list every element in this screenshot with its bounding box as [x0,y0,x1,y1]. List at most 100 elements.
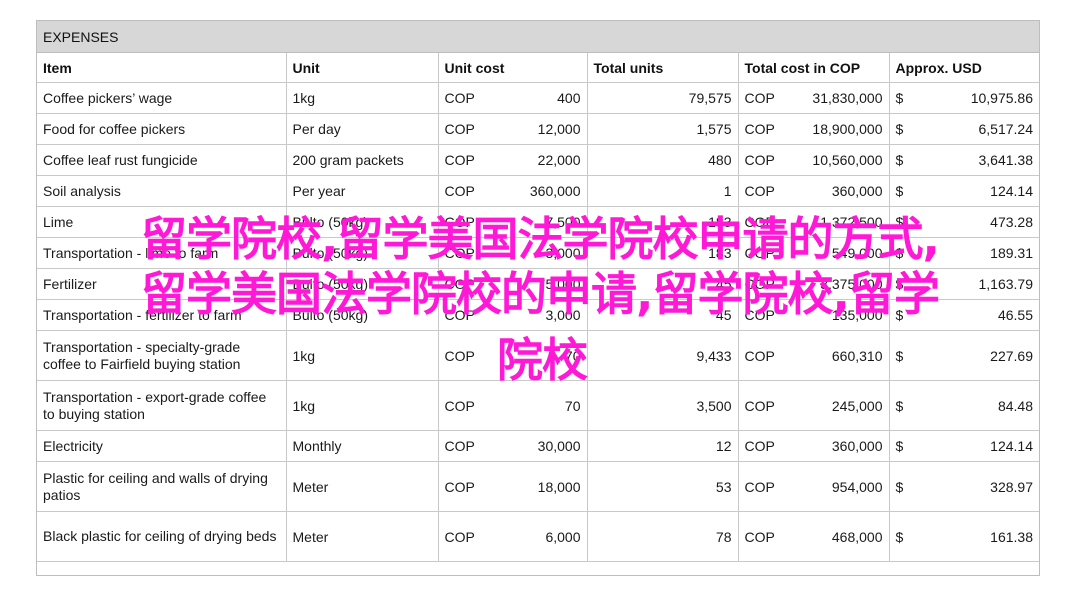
cell-usd: $46.55 [889,299,1039,331]
cell-item: Coffee pickers’ wage [37,82,287,114]
currency-label: COP [444,276,475,292]
column-header: Total units [587,53,739,83]
usd-value: 46.55 [997,307,1033,323]
unit-cost-value: 30,000 [537,438,581,454]
currency-label: COP [744,397,775,414]
cell-unit-cost: COP 3,000 [438,237,588,269]
table-row: Food for coffee pickers Per day COP 12,000 1… [37,113,1039,145]
currency-label: COP [444,121,475,137]
cell-unit-cost: COP 70 [438,330,588,381]
cell-unit: Meter [286,511,439,562]
cell-unit-cost: COP 6,000 [438,511,588,562]
unit-cost-value: 18,000 [537,478,581,495]
cell-unit: Per year [286,175,439,207]
usd-value: 227.69 [990,347,1033,364]
cell-total-units: 12 [587,430,739,462]
table-row: Plastic for ceiling and walls of drying … [37,461,1039,512]
unit-cost-value: 400 [557,90,581,106]
cell-total-cost: COP 3,375,000 [738,268,890,300]
dollar-sign: $ [895,183,904,199]
dollar-sign: $ [895,307,904,323]
currency-label: COP [744,214,775,230]
usd-value: 328.97 [990,478,1033,495]
total-cost-value: 360,000 [831,183,883,199]
expenses-sheet: EXPENSES Item Unit Unit cost Total units… [36,20,1040,576]
total-cost-value: 3,375,000 [820,276,883,292]
table-row: Fertilizer Bulto (50kg) COP 75,000 45 COP 3,37… [37,268,1039,300]
cell-item: Electricity [37,430,287,462]
column-header: Item [37,53,287,83]
cell-total-units: 9,433 [587,330,739,381]
dollar-sign: $ [895,245,904,261]
unit-cost-value: 360,000 [529,183,581,199]
table-row: Transportation - lime to farm Bulto (50kg… [37,237,1039,269]
usd-value: 6,517.24 [978,121,1034,137]
cell-unit-cost: COP 3,000 [438,299,588,331]
cell-item: Plastic for ceiling and walls of drying … [37,461,287,512]
cell-total-cost: COP 135,000 [738,299,890,331]
column-header: Unit [286,53,439,83]
cell-total-units: 3,500 [587,380,739,431]
usd-value: 3,641.38 [978,152,1034,168]
total-cost-value: 360,000 [831,438,883,454]
cell-usd: $189.31 [889,237,1039,269]
cell-item: Fertilizer [37,268,287,300]
cell-usd: $161.38 [889,511,1039,562]
usd-value: 124.14 [990,438,1033,454]
cell-unit: Per day [286,113,439,145]
column-header: Total cost in COP [738,53,890,83]
cell-usd: $124.14 [889,430,1039,462]
currency-label: COP [744,245,775,261]
total-cost-value: 1,372,500 [820,214,883,230]
cell-total-cost: COP 549,000 [738,237,890,269]
currency-label: COP [444,214,475,230]
total-cost-value: 660,310 [831,347,883,364]
currency-label: COP [744,347,775,364]
cell-total-cost: COP 245,000 [738,380,890,431]
cell-item: Lime [37,206,287,238]
cell-total-cost: COP 954,000 [738,461,890,512]
cell-unit: Meter [286,461,439,512]
dollar-sign: $ [895,152,904,168]
cell-total-units: 1 [587,175,739,207]
currency-label: COP [444,152,475,168]
cell-total-units: 79,575 [587,82,739,114]
currency-label: COP [744,478,775,495]
cell-unit: Monthly [286,430,439,462]
cell-total-cost: COP 660,310 [738,330,890,381]
expenses-table: Item Unit Unit cost Total units Total co… [37,53,1039,562]
currency-label: COP [444,245,475,261]
table-row: Coffee pickers’ wage 1kg COP 400 79,575 COP 31… [37,82,1039,114]
cell-total-units: 53 [587,461,739,512]
total-cost-value: 31,830,000 [812,90,883,106]
currency-label: COP [744,121,775,137]
total-cost-value: 135,000 [831,307,883,323]
currency-label: COP [744,152,775,168]
unit-cost-value: 3,000 [545,307,581,323]
cell-unit-cost: COP 12,000 [438,113,588,145]
total-cost-value: 245,000 [831,397,883,414]
unit-cost-value: 70 [564,397,581,414]
total-cost-value: 954,000 [831,478,883,495]
cell-total-cost: COP 468,000 [738,511,890,562]
currency-label: COP [444,397,475,414]
dollar-sign: $ [895,528,904,545]
cell-item: Transportation - fertilizer to farm [37,299,287,331]
currency-label: COP [444,183,475,199]
dollar-sign: $ [895,90,904,106]
total-cost-value: 468,000 [831,528,883,545]
cell-usd: $473.28 [889,206,1039,238]
unit-cost-value: 6,000 [545,528,581,545]
dollar-sign: $ [895,276,904,292]
currency-label: COP [744,276,775,292]
total-cost-value: 10,560,000 [812,152,883,168]
currency-label: COP [744,307,775,323]
currency-label: COP [744,183,775,199]
usd-value: 124.14 [990,183,1033,199]
cell-usd: $124.14 [889,175,1039,207]
dollar-sign: $ [895,397,904,414]
cell-unit: Bulto (50kg) [286,206,439,238]
cell-unit-cost: COP 360,000 [438,175,588,207]
cell-total-cost: COP 10,560,000 [738,144,890,176]
table-row: Soil analysis Per year COP 360,000 1 COP 360,0… [37,175,1039,207]
